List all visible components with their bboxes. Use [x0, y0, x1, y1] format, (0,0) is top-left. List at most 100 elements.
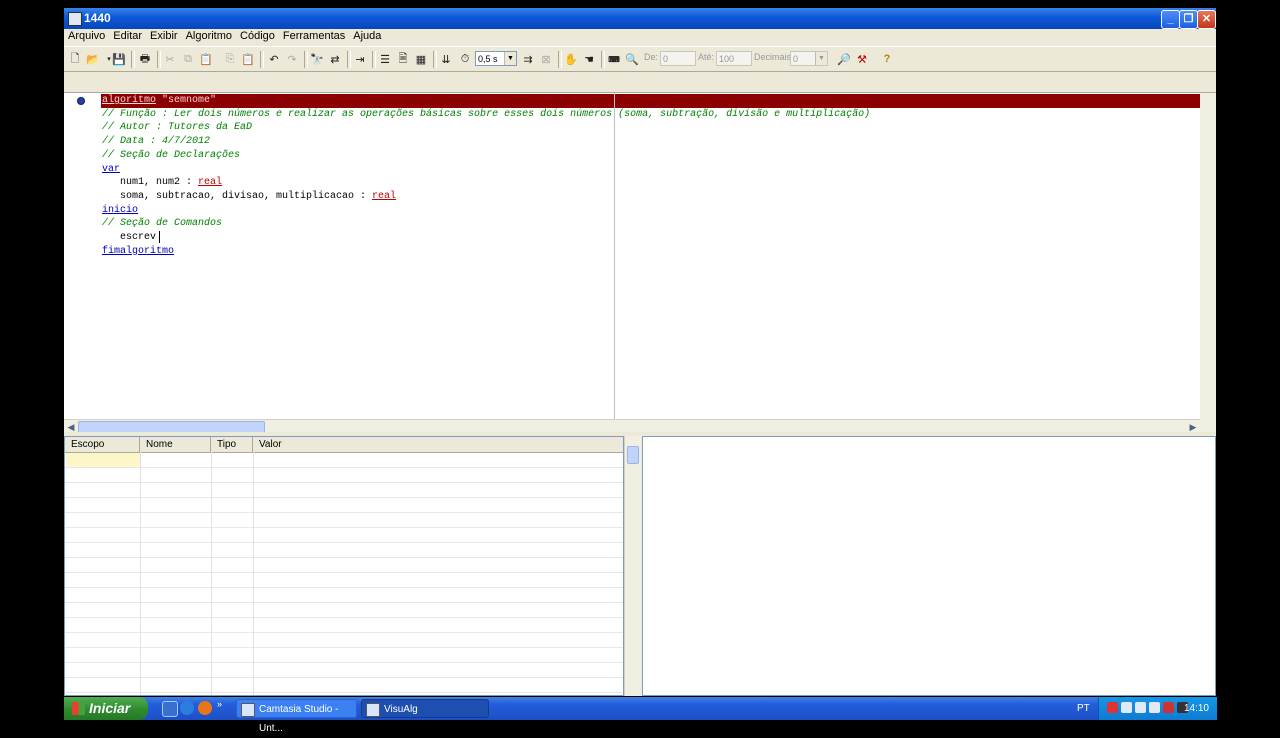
- maximize-button[interactable]: ❐: [1179, 10, 1198, 29]
- de-input[interactable]: 0: [660, 51, 696, 66]
- code-line[interactable]: // Autor : Tutores da EaD: [102, 121, 252, 135]
- editor-vertical-scrollbar[interactable]: [1200, 93, 1216, 433]
- code-line[interactable]: escrev: [102, 231, 156, 245]
- decimais-value: 0: [793, 54, 799, 64]
- firefox-icon[interactable]: [198, 701, 212, 715]
- menu-ajuda[interactable]: Ajuda: [349, 29, 385, 42]
- tools-icon[interactable]: ⚒: [853, 51, 871, 67]
- code-token: // Autor : Tutores da EaD: [102, 122, 253, 134]
- numbered-list-icon[interactable]: ☰: [376, 51, 394, 67]
- table-row[interactable]: [65, 527, 623, 543]
- zoom-icon[interactable]: 🔎: [835, 51, 853, 67]
- column-tipo[interactable]: Tipo: [211, 437, 253, 452]
- step-icon[interactable]: ⇊: [437, 51, 455, 67]
- table-row[interactable]: [65, 587, 623, 603]
- cut-icon[interactable]: ✂: [161, 51, 179, 67]
- menu-codigo[interactable]: Código: [236, 29, 279, 42]
- tray-app-icon[interactable]: [1107, 702, 1118, 713]
- wand-icon[interactable]: 🔍: [623, 51, 641, 67]
- paste-icon[interactable]: 📋: [197, 51, 215, 67]
- volume-icon[interactable]: [1149, 702, 1160, 713]
- language-indicator[interactable]: PT: [1077, 697, 1090, 720]
- code-line[interactable]: algoritmo "semnome": [102, 94, 216, 108]
- code-line[interactable]: // Seção de Comandos: [102, 217, 222, 231]
- table-row[interactable]: [65, 617, 623, 633]
- task-label: Camtasia Studio - Unt...: [259, 704, 339, 734]
- code-line[interactable]: // Função : Ler dois números e realizar …: [102, 108, 870, 122]
- break-icon[interactable]: ⇉: [519, 51, 537, 67]
- close-button[interactable]: ✕: [1197, 10, 1216, 29]
- chevron-down-icon[interactable]: ▼: [504, 52, 516, 65]
- ate-input[interactable]: 100: [716, 51, 752, 66]
- save-icon[interactable]: 💾: [110, 51, 128, 67]
- copy-icon[interactable]: ⧉: [179, 51, 197, 67]
- variables-vertical-scrollbar[interactable]: [624, 436, 641, 696]
- hand-icon[interactable]: ✋: [562, 51, 580, 67]
- code-line[interactable]: num1, num2 : real: [102, 176, 222, 190]
- code-line[interactable]: soma, subtracao, divisao, multiplicacao …: [102, 190, 396, 204]
- print-icon[interactable]: 🖶: [136, 51, 154, 67]
- table-row[interactable]: [65, 497, 623, 513]
- menu-arquivo[interactable]: Arquivo: [64, 29, 109, 42]
- redo-icon[interactable]: ↷: [283, 51, 301, 67]
- undo-icon[interactable]: ↶: [265, 51, 283, 67]
- replace-icon[interactable]: ⇄: [326, 51, 344, 67]
- start-button[interactable]: Iniciar: [64, 697, 148, 720]
- show-desktop-icon[interactable]: [162, 701, 178, 717]
- new-file-icon[interactable]: 🗋: [66, 51, 84, 67]
- table-row[interactable]: [65, 632, 623, 648]
- scrollbar-thumb[interactable]: [627, 446, 639, 464]
- grid-icon[interactable]: ▦: [412, 51, 430, 67]
- table-row[interactable]: [65, 542, 623, 558]
- table-row[interactable]: [65, 557, 623, 573]
- find-icon[interactable]: 🔭: [308, 51, 326, 67]
- table-row[interactable]: [65, 647, 623, 663]
- copy-code-icon[interactable]: ⎘: [221, 51, 239, 67]
- code-editor[interactable]: algoritmo "semnome"// Função : Ler dois …: [64, 92, 1216, 434]
- table-row[interactable]: [65, 467, 623, 483]
- decimais-select[interactable]: 0 ▼: [790, 51, 828, 66]
- task-camtasia[interactable]: Camtasia Studio - Unt...: [236, 699, 357, 734]
- breakpoint-hand-icon[interactable]: ☚: [580, 51, 598, 67]
- title-bar[interactable]: 1440 _ ❐ ✕: [64, 8, 1216, 29]
- column-escopo[interactable]: Escopo: [65, 437, 140, 452]
- code-line[interactable]: fimalgoritmo: [102, 245, 174, 259]
- console-icon[interactable]: ⌨: [605, 51, 623, 67]
- column-valor[interactable]: Valor: [253, 437, 623, 452]
- table-row[interactable]: [65, 572, 623, 588]
- column-nome[interactable]: Nome: [140, 437, 211, 452]
- table-row[interactable]: [65, 512, 623, 528]
- menu-ferramentas[interactable]: Ferramentas: [279, 29, 349, 42]
- table-row[interactable]: [65, 482, 623, 498]
- menu-editar[interactable]: Editar: [109, 29, 146, 42]
- indent-icon[interactable]: ⇥: [351, 51, 369, 67]
- timer-icon[interactable]: ⏱: [456, 51, 474, 67]
- document-icon[interactable]: 🗎: [394, 51, 412, 67]
- task-visualg[interactable]: VisuAlg: [361, 699, 489, 718]
- code-line[interactable]: // Seção de Declarações: [102, 149, 240, 163]
- speed-select[interactable]: 0,5 s ▼: [475, 51, 517, 66]
- editor-gutter[interactable]: [64, 93, 98, 419]
- code-line[interactable]: inicio: [102, 204, 138, 218]
- stop-icon[interactable]: ⊠: [537, 51, 555, 67]
- security-alert-icon[interactable]: [1163, 702, 1174, 713]
- table-row[interactable]: [65, 677, 623, 693]
- app-icon[interactable]: [68, 12, 82, 26]
- tray-app-icon[interactable]: [1121, 702, 1132, 713]
- tray-app-icon[interactable]: [1135, 702, 1146, 713]
- code-line[interactable]: // Data : 4/7/2012: [102, 135, 210, 149]
- variables-grid[interactable]: Escopo Nome Tipo Valor: [64, 436, 624, 696]
- table-row[interactable]: [65, 452, 623, 468]
- menu-algoritmo[interactable]: Algoritmo: [182, 29, 236, 42]
- paste-code-icon[interactable]: 📋: [239, 51, 257, 67]
- quick-launch-more-icon[interactable]: »: [217, 699, 231, 713]
- menu-exibir[interactable]: Exibir: [146, 29, 182, 42]
- internet-explorer-icon[interactable]: [180, 701, 194, 715]
- code-line[interactable]: var: [102, 163, 120, 177]
- table-row[interactable]: [65, 602, 623, 618]
- output-panel[interactable]: [642, 436, 1216, 696]
- minimize-button[interactable]: _: [1161, 10, 1180, 29]
- table-row[interactable]: [65, 662, 623, 678]
- chevron-down-icon[interactable]: ▼: [815, 52, 827, 65]
- help-icon[interactable]: ?: [878, 51, 896, 67]
